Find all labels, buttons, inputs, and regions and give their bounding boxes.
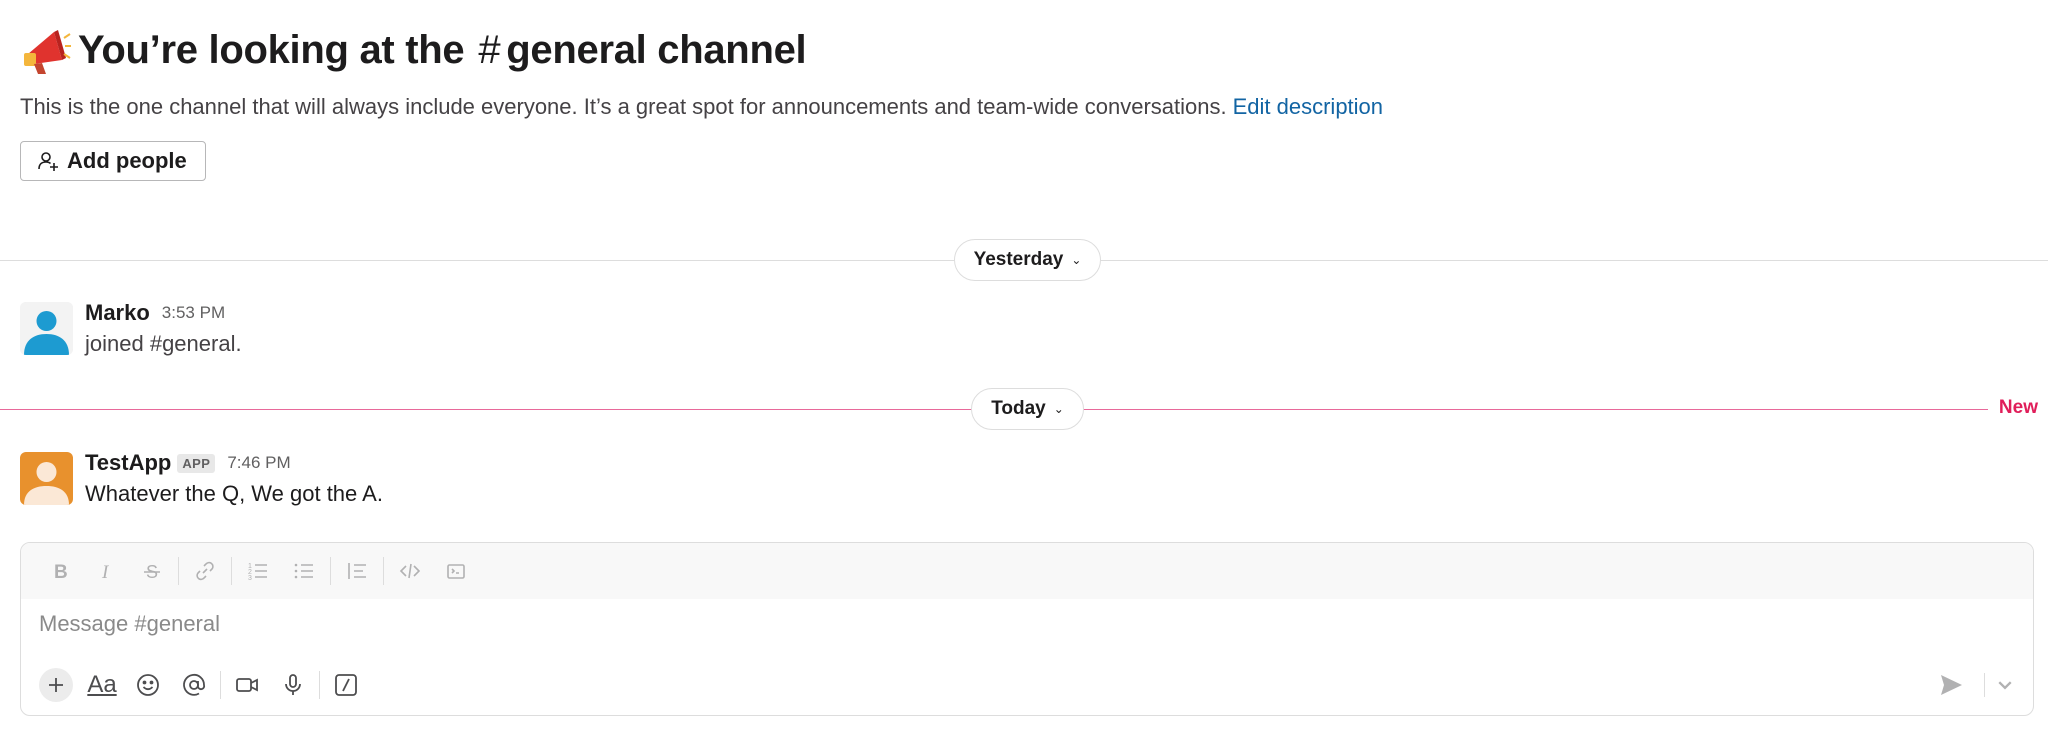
chevron-down-icon: ⌄ [1071, 253, 1082, 267]
send-controls [1928, 665, 2015, 705]
emoji-button[interactable] [125, 665, 171, 705]
code-icon [399, 563, 421, 579]
heading-prefix: You’re looking at the [78, 28, 465, 72]
ordered-list-icon: 123 [248, 563, 267, 582]
message-timestamp[interactable]: 3:53 PM [162, 303, 225, 323]
audio-clip-button[interactable] [270, 665, 316, 705]
video-icon [236, 678, 258, 692]
bulleted-list-button[interactable] [281, 551, 327, 591]
microphone-icon [285, 674, 301, 695]
shortcuts-button[interactable] [323, 665, 369, 705]
message-body: Marko 3:53 PM joined #general. [85, 298, 242, 360]
formatting-button[interactable]: Aa [79, 665, 125, 705]
toolbar-separator [220, 671, 221, 699]
channel-name: general channel [506, 28, 807, 72]
toolbar-separator [1984, 673, 1985, 697]
formatting-toolbar: B I S 123 [21, 543, 2033, 599]
italic-icon: I [101, 562, 110, 582]
attach-button[interactable] [39, 668, 73, 702]
italic-button[interactable]: I [83, 551, 129, 591]
strikethrough-icon: S [144, 562, 160, 582]
video-clip-button[interactable] [224, 665, 270, 705]
shortcuts-icon [335, 674, 357, 696]
message-header: Marko 3:53 PM [85, 298, 242, 328]
add-people-button[interactable]: Add people [20, 141, 206, 181]
channel-intro-title: You’re looking at the # general channel [20, 20, 2020, 80]
code-block-button[interactable] [433, 551, 479, 591]
formatting-icon: Aa [87, 671, 117, 698]
channel-intro: You’re looking at the # general channel Th… [20, 20, 2020, 122]
message-header: TestApp APP 7:46 PM [85, 448, 383, 478]
schedule-send-button[interactable] [1995, 665, 2015, 705]
channel-heading: You’re looking at the # general channel [78, 20, 807, 80]
svg-text:B: B [54, 562, 68, 582]
today-label: Today [991, 398, 1046, 419]
megaphone-icon [24, 30, 71, 74]
send-icon [1941, 675, 1962, 695]
link-button[interactable] [182, 551, 228, 591]
strikethrough-button[interactable]: S [129, 551, 175, 591]
composer-actions: Aa [33, 665, 369, 705]
toolbar-separator [231, 557, 232, 585]
chevron-down-icon [1998, 681, 2012, 690]
date-divider-yesterday: Yesterday ⌄ [0, 239, 2048, 283]
app-avatar-icon [20, 452, 73, 505]
plus-icon [49, 678, 63, 692]
bulleted-list-icon [294, 563, 313, 579]
message-item[interactable]: Marko 3:53 PM joined #general. [20, 300, 2020, 362]
avatar[interactable] [20, 302, 73, 355]
message-input[interactable] [39, 611, 1939, 637]
chevron-down-icon: ⌄ [1053, 402, 1064, 416]
yesterday-label: Yesterday [973, 249, 1064, 270]
bold-icon: B [54, 562, 68, 582]
code-button[interactable] [387, 551, 433, 591]
mention-icon [183, 673, 206, 696]
ordered-list-button[interactable]: 123 [235, 551, 281, 591]
svg-text:I: I [101, 562, 110, 582]
mention-button[interactable] [171, 665, 217, 705]
channel-hash: # [478, 28, 501, 72]
message-author[interactable]: Marko [85, 300, 150, 326]
toolbar-separator [383, 557, 384, 585]
link-icon [196, 561, 214, 581]
message-item[interactable]: TestApp APP 7:46 PM Whatever the Q, We g… [20, 450, 2020, 512]
message-timestamp[interactable]: 7:46 PM [227, 453, 290, 473]
bold-button[interactable]: B [37, 551, 83, 591]
toolbar-separator [319, 671, 320, 699]
toolbar-separator [330, 557, 331, 585]
code-block-icon [447, 564, 465, 579]
emoji-icon [137, 674, 159, 696]
channel-description: This is the one channel that will always… [20, 92, 2020, 122]
app-badge: APP [177, 453, 216, 473]
message-composer: B I S 123 Message #general Aa [20, 542, 2034, 716]
blockquote-icon [348, 563, 366, 579]
message-text: joined #general. [85, 331, 242, 356]
new-label: New [1998, 397, 2038, 418]
toolbar-separator [178, 557, 179, 585]
description-text: This is the one channel that will always… [20, 94, 1227, 119]
message-body: TestApp APP 7:46 PM Whatever the Q, We g… [85, 448, 383, 510]
add-people-label: Add people [67, 148, 187, 173]
svg-text:3: 3 [248, 575, 252, 582]
add-person-icon [38, 152, 58, 171]
message-text: Whatever the Q, We got the A. [85, 481, 383, 506]
send-button[interactable] [1928, 665, 1974, 705]
avatar[interactable] [20, 452, 73, 505]
message-author[interactable]: TestApp [85, 450, 171, 476]
yesterday-pill[interactable]: Yesterday ⌄ [954, 239, 1101, 281]
edit-description-link[interactable]: Edit description [1233, 94, 1383, 119]
user-avatar-icon [20, 302, 73, 355]
today-pill[interactable]: Today ⌄ [971, 388, 1084, 430]
date-divider-today: Today ⌄ New [0, 388, 2048, 432]
blockquote-button[interactable] [334, 551, 380, 591]
